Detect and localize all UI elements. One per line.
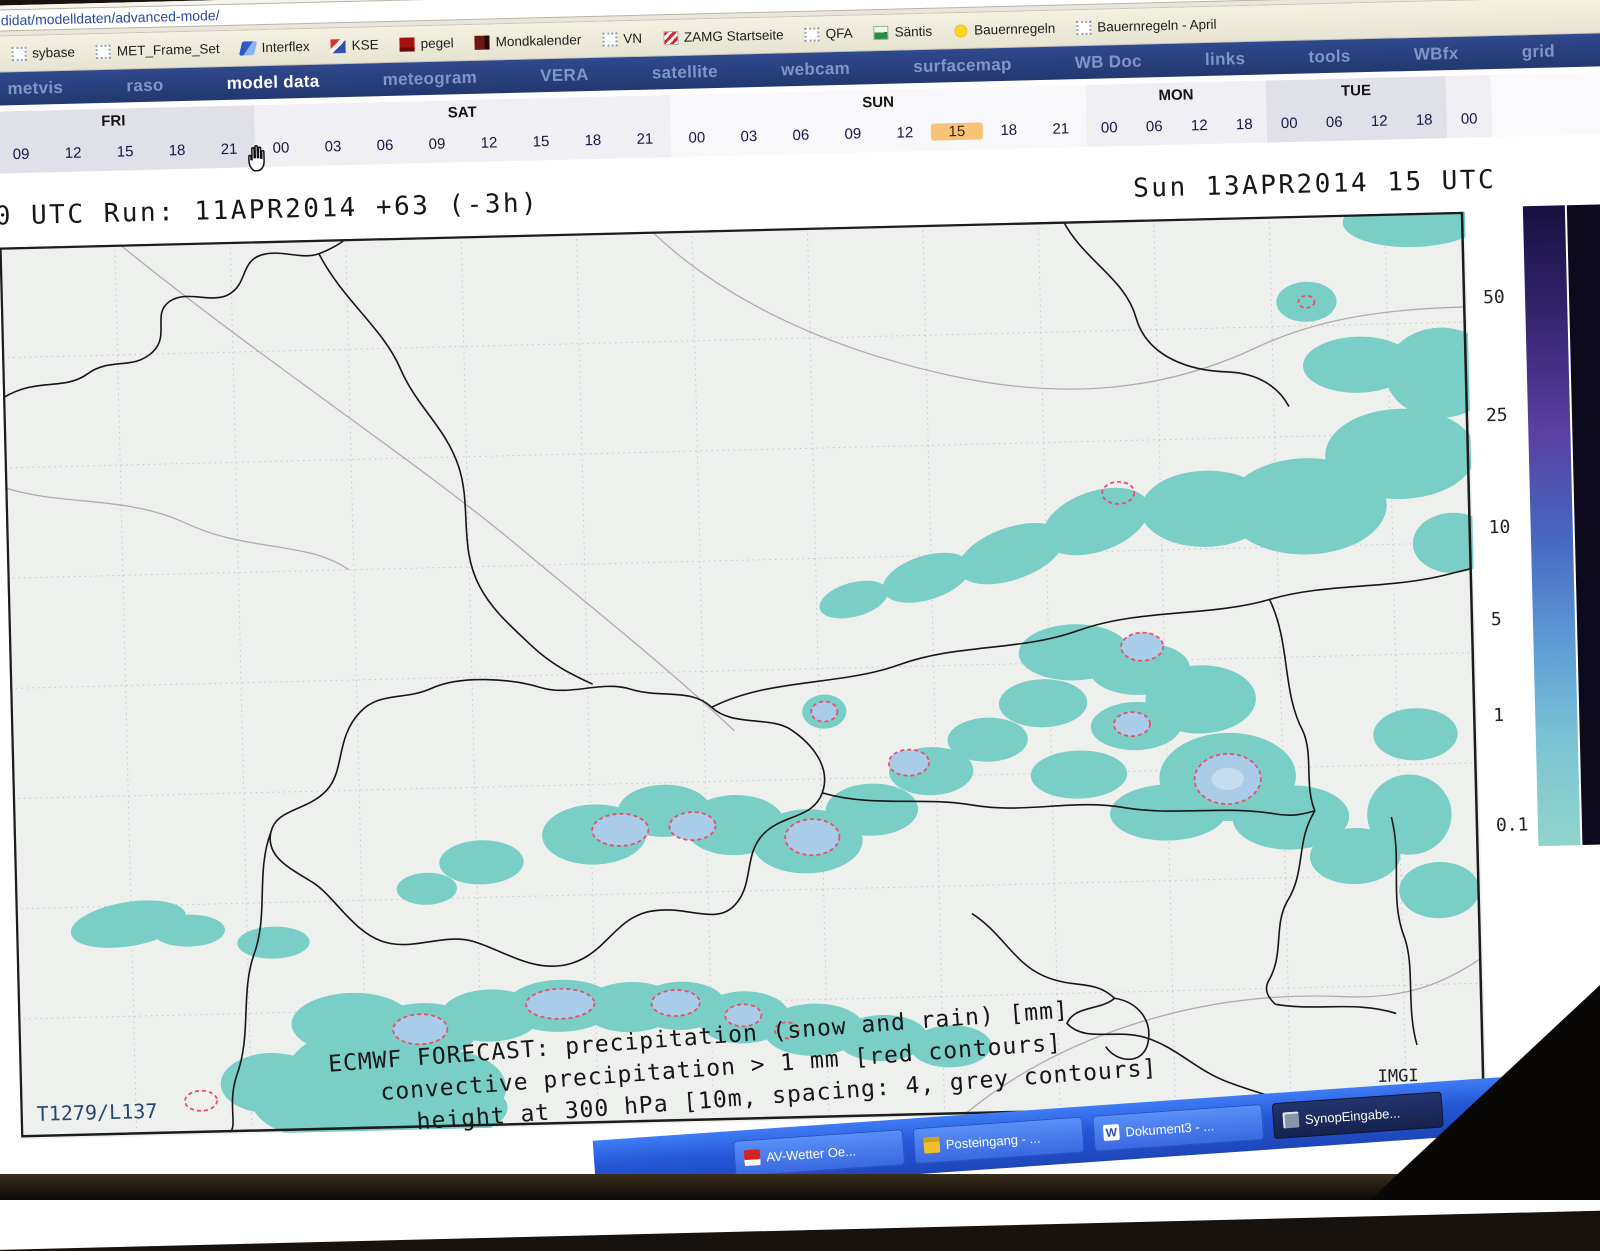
saentis-icon [874,25,889,39]
nav-item-surfacemap[interactable]: surfacemap [913,54,1012,76]
bookmark-item[interactable]: Interflex [240,39,309,56]
sun-icon [953,23,968,37]
hour-cell[interactable]: 03 [723,127,775,145]
taskbar-button-dokument3[interactable]: W Dokument3 - ... [1092,1104,1264,1152]
mouse-hand-cursor-icon [243,143,274,174]
interflex-icon [239,41,257,55]
nav-item-satellite[interactable]: satellite [652,61,718,83]
hour-cell[interactable]: 18 [1401,111,1446,129]
nav-item-tools[interactable]: tools [1308,46,1351,67]
hour-cell[interactable]: 00 [671,128,723,146]
hour-cell[interactable]: 12 [879,123,931,141]
monitor-screen: didat/modelldaten/advanced-mode/ ☆ ▾ ↻ G… [0,0,1600,1250]
hour-cell[interactable]: 00 [1087,118,1132,136]
nav-item-wbfx[interactable]: WBfx [1414,43,1459,64]
kse-icon [330,39,345,53]
taskbar-button-av-wetter[interactable]: AV-Wetter Oe... [733,1129,905,1177]
nav-item-raso[interactable]: raso [126,75,164,96]
hour-cell[interactable]: 21 [1035,119,1087,137]
nav-item-meteogram[interactable]: meteogram [382,67,477,89]
nav-item-links[interactable]: links [1205,49,1246,70]
scale-label: 10 [1488,516,1529,538]
scale-label: 25 [1486,404,1527,426]
nav-item-grid[interactable]: grid [1521,41,1555,62]
scale-label: 1 [1493,704,1534,726]
hour-cell[interactable]: 18 [151,141,203,159]
taskbar-button-posteingang[interactable]: Posteingang - ... [913,1117,1085,1165]
run-title: 00 UTC Run: 11APR2014 +63 (-3h) [0,188,540,232]
bookmark-item[interactable]: KSE [330,37,378,53]
hour-cell[interactable]: 06 [775,126,827,144]
valid-time-title: Sun 13APR2014 15 UTC [1133,165,1497,204]
day-group-mon: MON 00 06 12 18 [1086,81,1267,147]
mail-icon [923,1137,940,1154]
mondkalender-icon [475,35,490,49]
scale-label: 50 [1483,286,1524,308]
hour-cell[interactable]: 12 [463,133,515,151]
taskbar-button-synopeingabe[interactable]: SynopEingabe... [1272,1091,1444,1139]
bookmark-item[interactable]: QFA [805,26,853,42]
bookmark-item[interactable]: Säntis [874,24,933,40]
nav-item-metvis[interactable]: metvis [7,77,63,98]
nav-item-model-data[interactable]: model data [226,71,319,93]
day-group-sun: SUN 00 03 06 09 12 15 18 21 [670,85,1087,157]
bookmark-default-icon [11,46,26,60]
bookmark-default-icon [1076,20,1091,34]
bookmark-default-icon [96,44,111,58]
hour-cell[interactable]: 06 [359,136,411,154]
hour-cell[interactable]: 15 [515,132,567,150]
bookmark-item[interactable]: pegel [399,35,453,51]
terminal-icon [1282,1111,1299,1128]
word-icon: W [1103,1124,1120,1141]
scale-label: 0.1 [1496,814,1537,836]
day-group-tue: TUE 00 06 12 18 [1266,76,1447,142]
day-label [1446,75,1492,100]
hour-cell[interactable]: 00 [1267,114,1312,132]
hour-cell[interactable]: 18 [983,121,1035,139]
day-group-next: 00 [1446,75,1493,138]
bookmark-item[interactable]: ZAMG Startseite [663,27,784,45]
day-group-fri: FRI 06 09 12 15 18 21 [0,105,255,174]
bookmark-item[interactable]: sybase [11,45,75,62]
hour-cell[interactable]: 03 [307,137,359,155]
hour-cell[interactable]: 15 [99,142,151,160]
scale-label: 5 [1491,608,1532,630]
av-wetter-icon [744,1149,761,1166]
hour-cell[interactable]: 09 [827,125,879,143]
hour-cell[interactable]: 21 [619,130,671,148]
hour-cell[interactable]: 18 [567,131,619,149]
day-group-sat: SAT 00 03 06 09 12 15 18 21 [254,95,671,167]
bookmark-item[interactable]: Bauernregeln [953,21,1055,38]
hour-cell[interactable]: 12 [47,144,99,162]
zamg-icon [663,30,678,44]
nav-item-vera[interactable]: VERA [540,65,589,86]
hour-cell[interactable]: 06 [1132,117,1177,135]
bookmark-item[interactable]: Mondkalender [475,32,582,50]
hour-cell[interactable]: 09 [0,145,47,163]
bookmark-item[interactable]: MET_Frame_Set [96,41,220,59]
bookmark-default-icon [602,32,617,46]
hour-cell[interactable]: 12 [1356,112,1401,130]
url-text: didat/modelldaten/advanced-mode/ [1,7,220,28]
hour-cell[interactable]: 09 [411,135,463,153]
monitor-bezel-bottom [0,1174,1600,1200]
bookmark-item[interactable]: VN [602,31,642,47]
hour-cell-selected[interactable]: 15 [931,122,983,140]
model-resolution-label: T1279/L137 [36,1099,157,1126]
hour-cell[interactable]: 00 [1446,110,1491,128]
bookmark-item[interactable]: Bauernregeln - April [1076,17,1217,35]
bookmark-default-icon [805,27,820,41]
nav-item-wbdoc[interactable]: WB Doc [1075,51,1142,73]
nav-item-webcam[interactable]: webcam [781,58,850,80]
hour-cell[interactable]: 12 [1177,116,1222,134]
pegel-icon [399,37,414,51]
hour-cell[interactable]: 06 [1312,113,1357,131]
hour-cell[interactable]: 18 [1222,115,1267,133]
